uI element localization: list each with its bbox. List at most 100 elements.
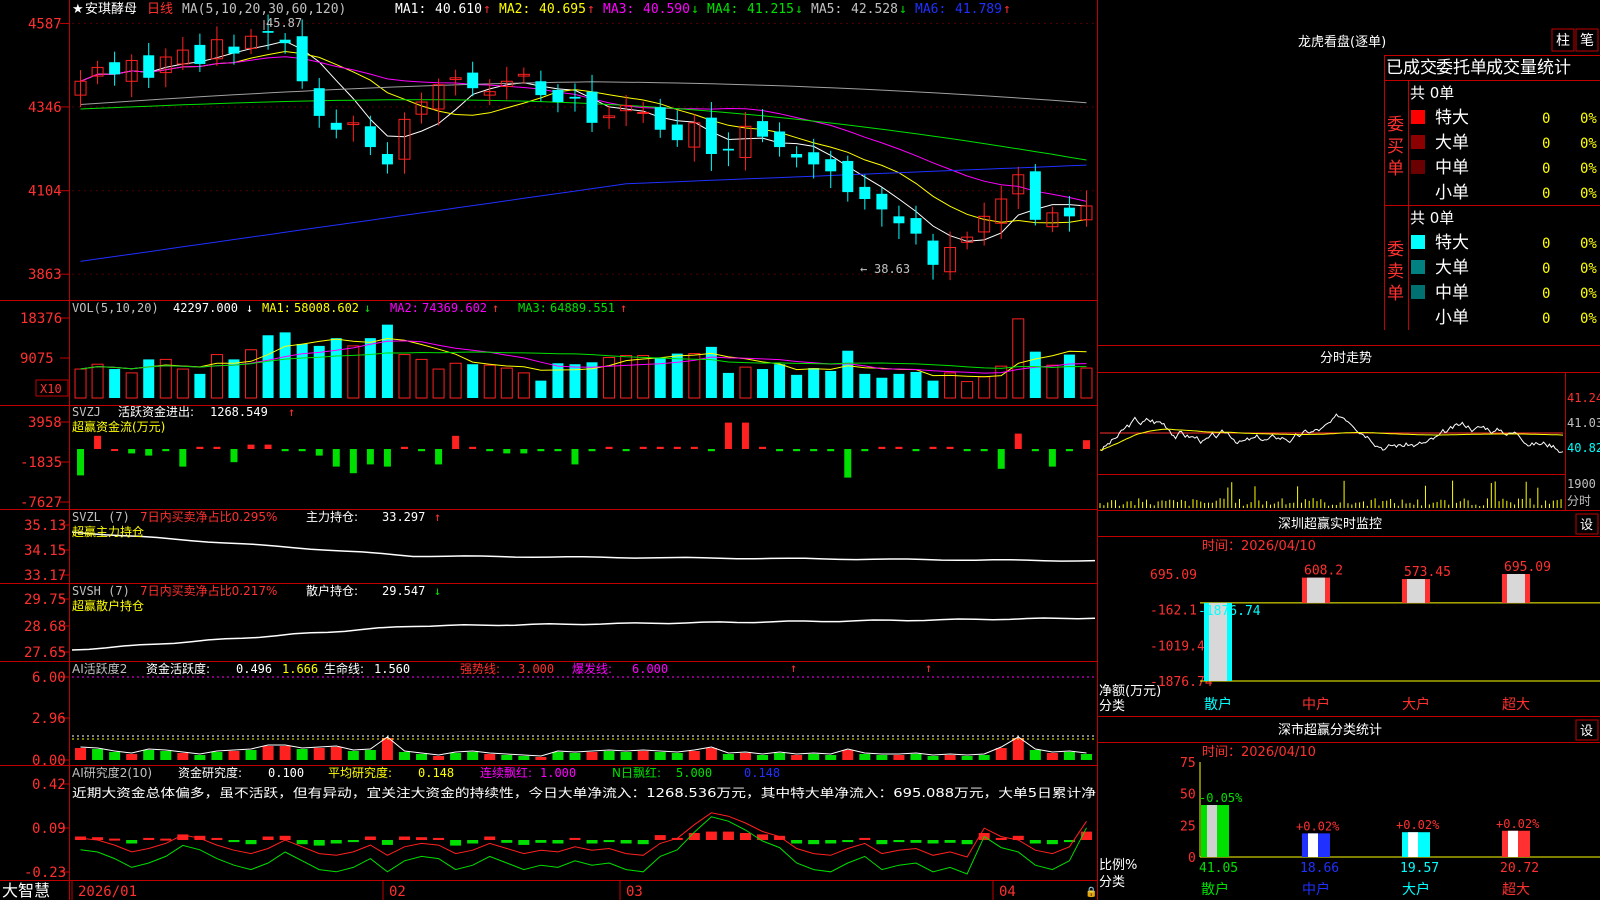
candle-down	[876, 193, 888, 210]
sz-monitor-bar-highlight	[1307, 577, 1325, 603]
price-tick-label: 3863	[28, 267, 62, 283]
svzj-bar-in	[690, 446, 698, 449]
ai-research-tick-label: -0.23	[24, 865, 66, 881]
lock-icon[interactable]: 🔒	[1085, 886, 1097, 898]
vol-tick-label: 18376	[20, 311, 62, 327]
ai-active-bar	[262, 746, 274, 760]
svzj-subtitle: 超赢资金流(万元)	[72, 419, 165, 434]
svzj-bar-in	[213, 446, 221, 449]
vol-ma-label: MA2:	[390, 301, 419, 315]
volume-bar-down	[313, 345, 325, 398]
ai-active-title: AI活跃度2	[72, 661, 127, 676]
svzl-tick-label: 35.13	[24, 518, 66, 534]
svzj-bar-in	[111, 449, 119, 451]
tab-orders[interactable]: 委托单	[1436, 58, 1487, 78]
svzj-bar-in	[247, 444, 255, 449]
sz-class-value-label: 41.05	[1199, 861, 1238, 876]
candle-down	[467, 72, 479, 89]
ai-active-bar	[705, 748, 717, 760]
title-star: ★	[72, 2, 84, 17]
sz-class-value-label: 18.66	[1300, 861, 1339, 876]
ai-research-bar	[808, 840, 820, 845]
volume-bar-down	[927, 380, 939, 398]
tab-volume-stats[interactable]: 成交量统计	[1486, 58, 1571, 78]
stock-chart-canvas[interactable]: 4587 4346 4104 3863 ★ 安琪酵母 日线 MA(5,10,20,30…	[0, 0, 1600, 900]
ai-active-label: 资金活跃度:	[146, 661, 210, 676]
sell-label-char: 单	[1387, 284, 1404, 304]
buy-row-name: 中单	[1435, 158, 1469, 178]
ai-active-bar	[245, 750, 257, 760]
ai-active-bar	[808, 754, 820, 760]
ai-active-bar	[450, 753, 462, 760]
fenshi-title: 分时走势	[1320, 350, 1372, 366]
fenshi-vol-unit: 分时	[1567, 494, 1591, 508]
ai-active-bar	[433, 756, 445, 760]
svzj-bar-in	[400, 446, 408, 449]
candle-down	[194, 44, 206, 64]
ai-research-bar	[552, 840, 564, 844]
bar-mode-button[interactable]: 柱	[1556, 33, 1570, 49]
sz-monitor-bar-label: -1876.74	[1198, 604, 1261, 619]
ai-active-bar	[126, 754, 138, 760]
ai-research-bar	[143, 837, 155, 840]
candle-down	[910, 218, 922, 234]
low-marker-arrow: ←	[860, 262, 867, 276]
candle-down	[705, 117, 717, 154]
ai-research-title: AI研究度2(10)	[72, 765, 152, 780]
ai-research-bar	[859, 837, 871, 840]
candle-down	[296, 36, 308, 82]
candle-down	[757, 121, 769, 137]
candle-down	[791, 154, 803, 158]
ai-research-bar	[654, 835, 666, 840]
svzj-bar-out	[383, 449, 391, 467]
avg-value: 0.148	[418, 766, 454, 780]
volume-bar-down	[910, 371, 922, 398]
ai-active-bar	[467, 752, 479, 760]
ai-research-bar	[160, 838, 172, 841]
svzj-bar-out	[537, 449, 545, 452]
svzl-label: 主力持仓:	[306, 509, 358, 524]
sz-class-ylabel: 比例%	[1099, 858, 1137, 873]
low-marker: 38.63	[874, 262, 910, 276]
svzj-bar-in	[469, 446, 477, 449]
sz-monitor-category: 散户	[1204, 696, 1232, 713]
stock-name[interactable]: 安琪酵母	[85, 2, 137, 17]
period-label[interactable]: 日线	[147, 2, 173, 17]
sz-class-settings[interactable]: 设	[1580, 724, 1593, 739]
fenshi-tick-low: 40.82	[1567, 441, 1600, 455]
sell-row-pct: 0%	[1580, 311, 1597, 327]
svzl-tick-label: 33.17	[24, 568, 66, 584]
ai-active-bar	[774, 753, 786, 760]
ai-research-bar	[893, 840, 905, 843]
ai-active-bar	[859, 754, 871, 760]
sell-color-swatch	[1411, 285, 1425, 299]
sz-monitor-bar-highlight	[1507, 574, 1525, 603]
ai-active-bar	[194, 755, 206, 760]
svzj-bar-out	[963, 449, 971, 452]
vol-ma-value: 64889.551	[550, 301, 615, 315]
ai-active-bar	[75, 748, 87, 760]
ai-active-bar	[791, 755, 803, 760]
pen-mode-button[interactable]: 笔	[1580, 33, 1594, 49]
svzj-bar-in	[741, 422, 749, 449]
candle-down	[1029, 171, 1041, 220]
sell-row-name: 特大	[1435, 233, 1469, 253]
ai-active-bar	[978, 755, 990, 760]
svzj-bar-out	[418, 449, 426, 452]
ai-active-bar	[1080, 754, 1092, 760]
sell-row-count: 0	[1542, 236, 1550, 252]
ai-active-bar	[586, 752, 598, 760]
volume-bar-down	[791, 374, 803, 398]
sz-class-value-label: 20.72	[1500, 861, 1539, 876]
ai-active-bar	[961, 756, 973, 760]
svzj-bar-in	[94, 435, 102, 449]
sz-monitor-settings[interactable]: 设	[1580, 518, 1593, 533]
tab-traded[interactable]: 已成交	[1386, 58, 1437, 78]
sz-class-xlabel: 分类	[1099, 875, 1125, 890]
ma-header-arrow: ↓	[899, 2, 907, 17]
ai-active-bar	[910, 754, 922, 760]
ai-research-bar	[586, 840, 598, 844]
svzj-bar-in	[1082, 440, 1090, 449]
svzj-bar-out	[997, 449, 1005, 469]
ai-research-bar	[450, 840, 462, 846]
